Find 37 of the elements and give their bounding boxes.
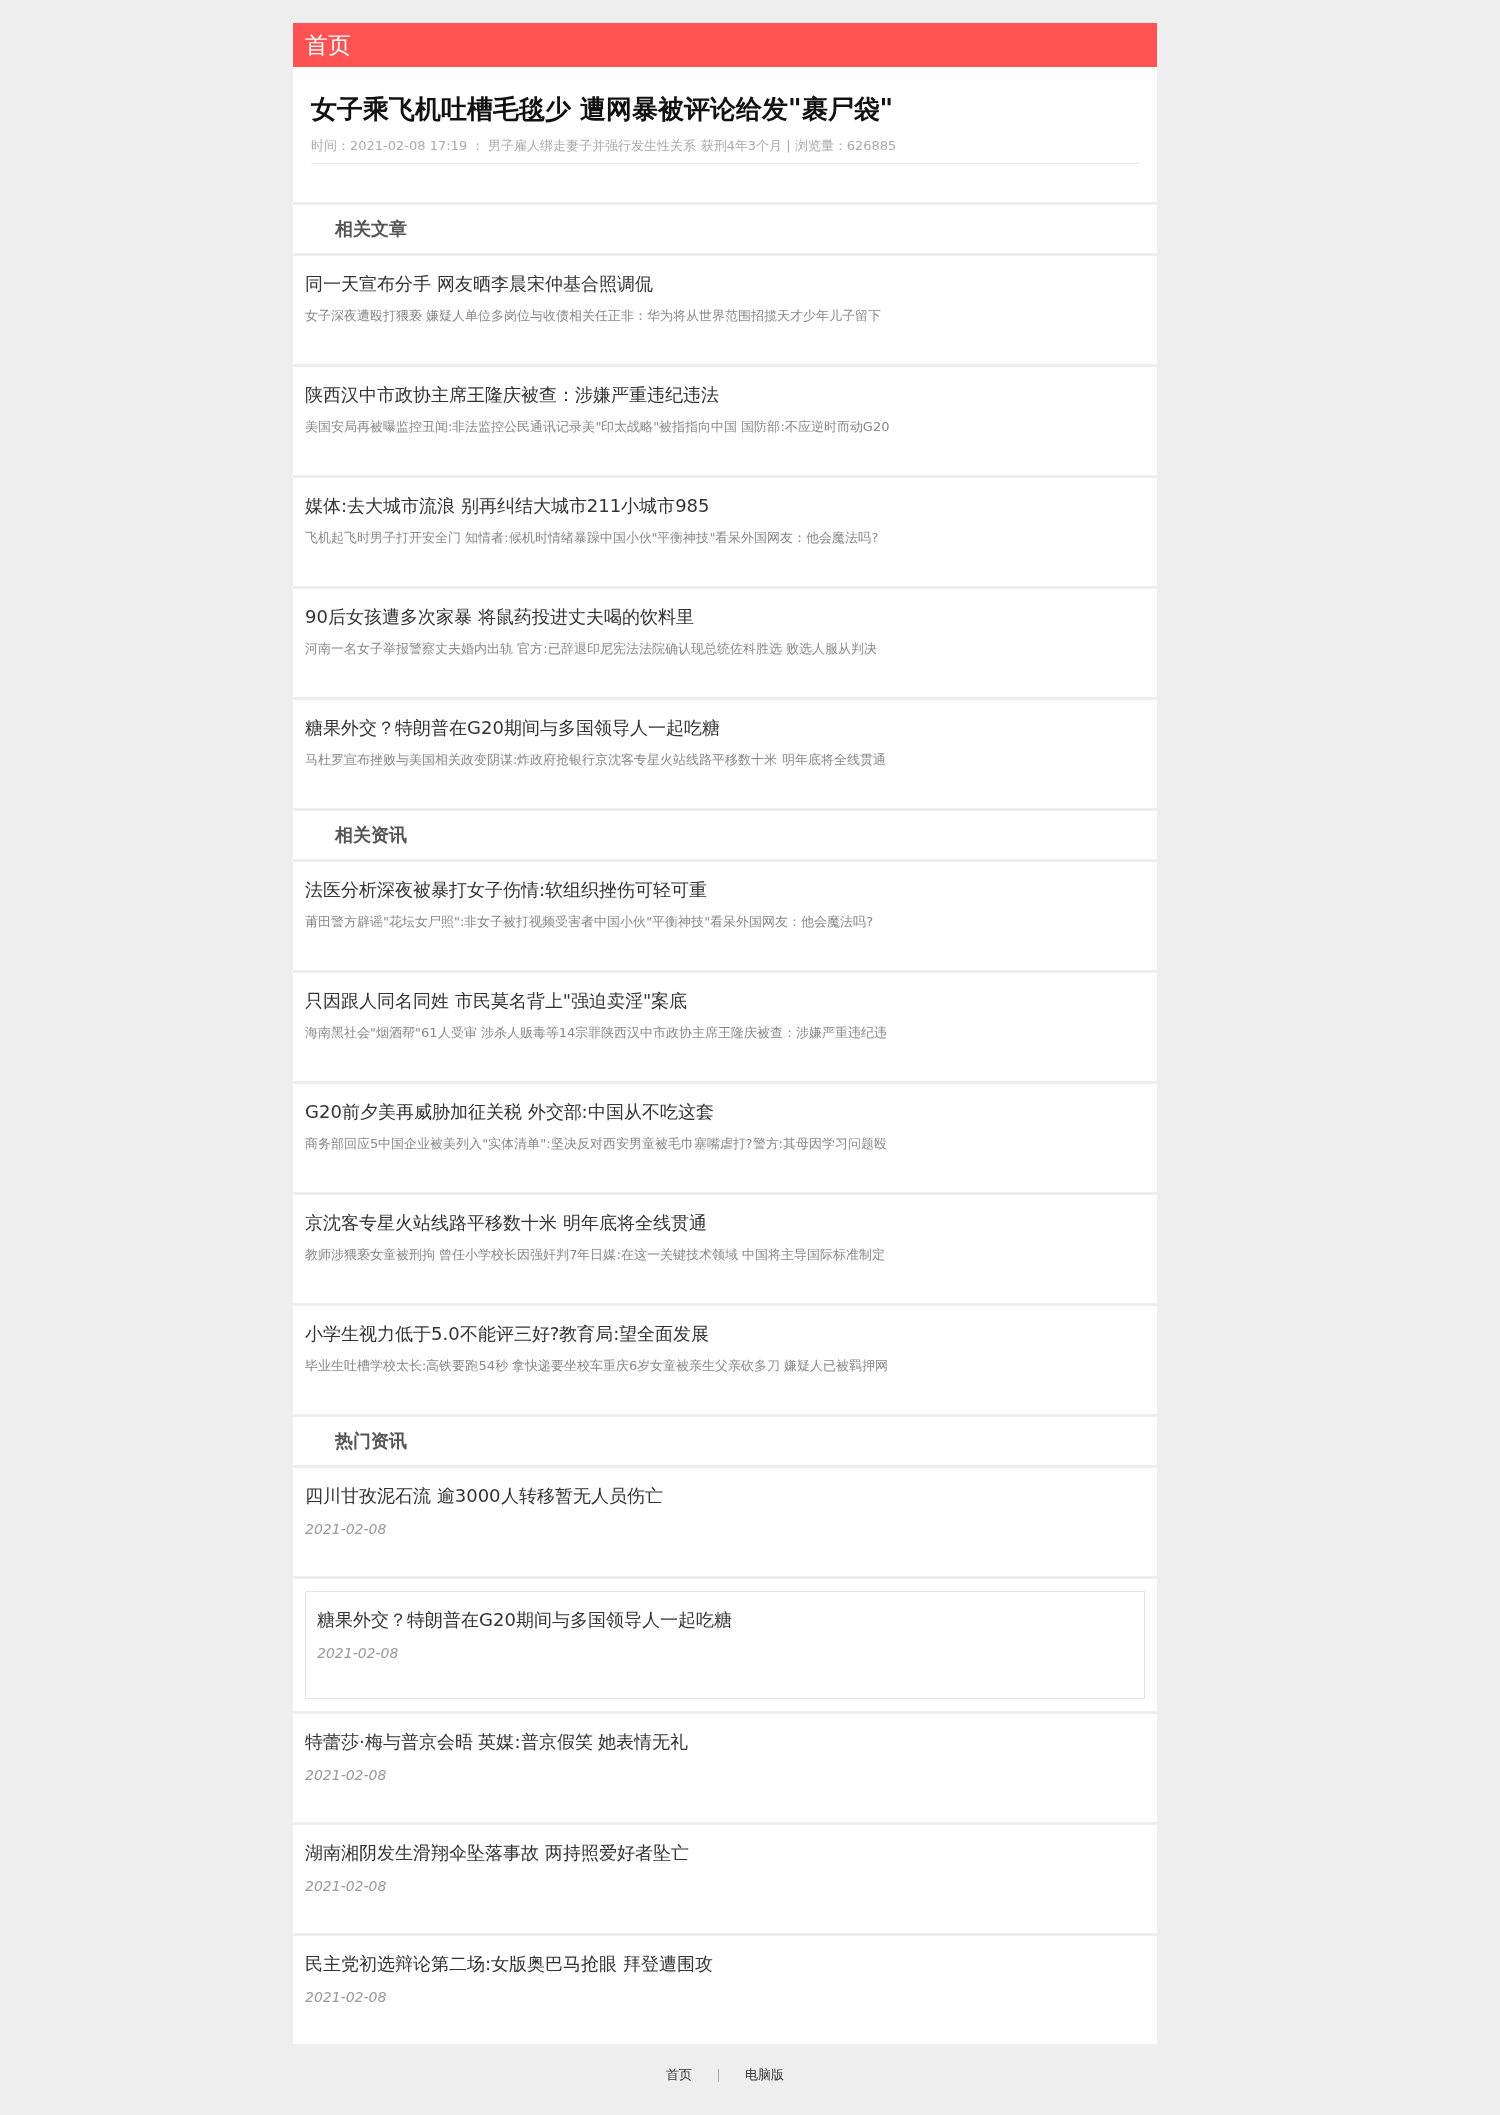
section-heading: 相关文章: [293, 205, 1157, 254]
summary-text: 莆田警方辟谣"花坛女尸照":非女子被打视频受害者中国小伙"平衡神技"看呆外国网友：他会魔法吗?: [305, 913, 875, 932]
summary-text: 女子深夜遭殴打猥亵 嫌疑人单位多岗位与收债相关任正非：华为将从世界范围招揽天才少年儿子留下: [305, 307, 883, 326]
summary-text: 教师涉猥亵女童被刑拘 曾任小学校长因强奸判7年日媒:在这一关键技术领域 中国将主导国际标准制定: [305, 1246, 886, 1265]
headline-link[interactable]: 媒体:去大城市流浪 别再纠结大城市211小城市985: [305, 492, 1145, 520]
date-text: 2021-02-08: [305, 1521, 388, 1538]
date-text: 2021-02-08: [305, 1878, 388, 1895]
section-heading: 相关资讯: [293, 811, 1157, 860]
article-title: 女子乘飞机吐槽毛毯少 遭网暴被评论给发"裹尸袋": [311, 93, 895, 126]
section-heading: 热门资讯: [293, 1417, 1157, 1466]
headline-link[interactable]: 陕西汉中市政协主席王隆庆被查：涉嫌严重违纪违法: [305, 381, 1145, 409]
headline-link[interactable]: 小学生视力低于5.0不能评三好?教育局:望全面发展: [305, 1320, 1145, 1348]
summary-text: 毕业生吐槽学校太长:高铁要跑54秒 拿快递要坐校车重庆6岁女童被亲生父亲砍多刀 嫌疑人已被羁押网: [305, 1357, 890, 1376]
footer-link[interactable]: 电脑版: [719, 2066, 810, 2085]
summary-text: 河南一名女子举报警察丈夫婚内出轨 官方:已辞退印尼宪法法院确认现总统佐科胜选 败选人服从判决: [305, 640, 878, 659]
headline-link[interactable]: 四川甘孜泥石流 逾3000人转移暂无人员伤亡: [305, 1482, 1145, 1510]
headline-link[interactable]: 湖南湘阴发生滑翔伞坠落事故 两持照爱好者坠亡: [305, 1839, 1145, 1867]
date-text: 2021-02-08: [317, 1645, 400, 1662]
headline-link[interactable]: 特蕾莎·梅与普京会晤 英媒:普京假笑 她表情无礼: [305, 1728, 1145, 1756]
headline-link[interactable]: G20前夕美再威胁加征关税 外交部:中国从不吃这套: [305, 1098, 1145, 1126]
summary-text: 飞机起飞时男子打开安全门 知情者:候机时情绪暴躁中国小伙"平衡神技"看呆外国网友：他会魔法吗?: [305, 529, 880, 548]
headline-link[interactable]: 同一天宣布分手 网友晒李晨宋仲基合照调侃: [305, 270, 1145, 298]
date-text: 2021-02-08: [305, 1989, 388, 2006]
headline-link[interactable]: 只因跟人同名同姓 市民莫名背上"强迫卖淫"案底: [305, 987, 1145, 1015]
summary-text: 马杜罗宣布挫败与美国相关政变阴谋:炸政府抢银行京沈客专星火站线路平移数十米 明年底将全线贯通: [305, 751, 887, 770]
headline-link[interactable]: 糖果外交？特朗普在G20期间与多国领导人一起吃糖: [305, 714, 1145, 742]
summary-text: 美国安局再被曝监控丑闻:非法监控公民通讯记录美"印太战略"被指指向中国 国防部:不应逆时而动G20: [305, 418, 891, 437]
footer-link[interactable]: 首页: [640, 2066, 718, 2085]
article-meta: 时间：2021-02-08 17:19 ： 男子雇人绑走妻子并强行发生性关系 获刑4年3个月 | 浏览量：626885: [311, 127, 1139, 165]
summary-text: 商务部回应5中国企业被美列入"实体清单":坚决反对西安男童被毛巾塞嘴虐打?警方:其母因学习问题殴: [305, 1135, 888, 1154]
headline-link[interactable]: 90后女孩遭多次家暴 将鼠药投进丈夫喝的饮料里: [305, 603, 1145, 631]
date-text: 2021-02-08: [305, 1767, 388, 1784]
headline-link[interactable]: 法医分析深夜被暴打女子伤情:软组织挫伤可轻可重: [305, 876, 1145, 904]
headline-link[interactable]: 民主党初选辩论第二场:女版奥巴马抢眼 拜登遭围攻: [305, 1950, 1145, 1978]
summary-text: 海南黑社会"烟酒帮"61人受审 涉杀人贩毒等14宗罪陕西汉中市政协主席王隆庆被查：涉嫌严重违纪违: [305, 1024, 889, 1043]
headline-link[interactable]: 京沈客专星火站线路平移数十米 明年底将全线贯通: [305, 1209, 1145, 1237]
headline-link[interactable]: 糖果外交？特朗普在G20期间与多国领导人一起吃糖: [317, 1606, 1133, 1634]
